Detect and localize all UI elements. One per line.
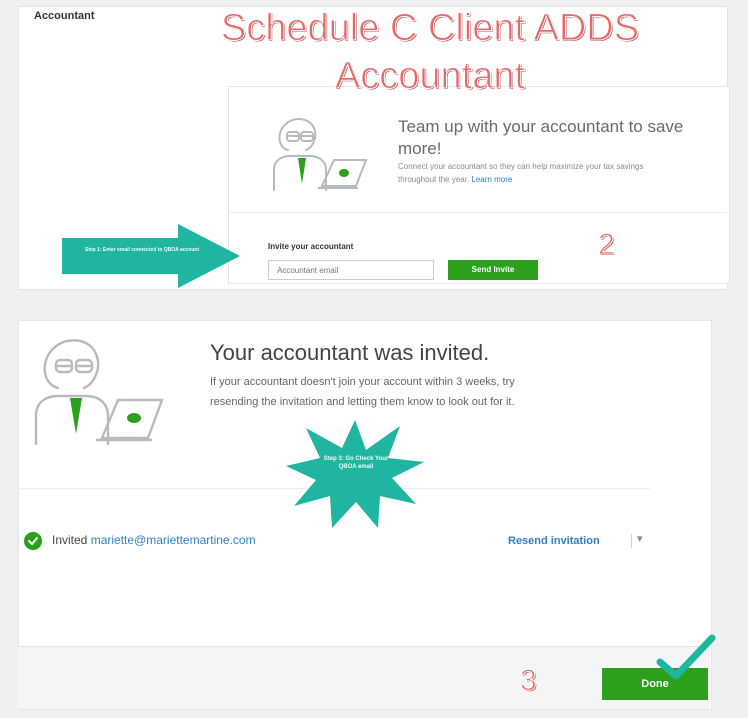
invited-desc-line-2: resending the invitation and letting the…: [210, 396, 515, 408]
starburst-annotation-text: Step 3: Go Check Your QBOA email: [323, 456, 389, 470]
title-line-1: Schedule C Client ADDS: [220, 7, 640, 50]
invited-email-link[interactable]: mariette@mariettemartine.com: [91, 533, 256, 547]
section-label: Accountant: [34, 10, 95, 22]
invited-row: Invited mariette@mariettemartine.com: [52, 533, 256, 547]
accountant-email-input[interactable]: [268, 260, 434, 280]
team-up-desc-line-2: throughout the year. Learn more: [398, 173, 728, 186]
team-up-description: Connect your accountant so they can help…: [398, 160, 728, 186]
step-3-label: 3: [520, 664, 538, 698]
arrow-annotation-text: Step 1: Enter email connected to QBOA ac…: [84, 247, 200, 253]
resend-invitation-link[interactable]: Resend invitation: [508, 535, 600, 547]
send-invite-button[interactable]: Send Invite: [448, 260, 538, 280]
team-up-line-1: Team up with your accountant to save: [398, 117, 684, 136]
team-up-line-2: more!: [398, 139, 442, 158]
chevron-down-icon[interactable]: ▾: [637, 532, 643, 545]
check-glyph: [28, 537, 38, 546]
check-circle-icon: [24, 532, 42, 550]
learn-more-link[interactable]: Learn more: [471, 175, 512, 184]
page-title: Schedule C Client ADDS Accountant: [170, 4, 690, 100]
invited-label: Invited: [52, 533, 88, 547]
step-2-label: 2: [598, 228, 616, 262]
accountant-illustration: [34, 339, 164, 446]
accountant-illustration: [273, 118, 368, 191]
checkmark-icon: [656, 634, 716, 680]
team-up-heading: Team up with your accountant to save mor…: [398, 116, 728, 160]
invited-description: If your accountant doesn't join your acc…: [210, 372, 640, 412]
divider: [230, 212, 726, 213]
invited-desc-line-1: If your accountant doesn't join your acc…: [210, 376, 515, 388]
team-up-desc-line-1: Connect your accountant so they can help…: [398, 162, 644, 171]
title-line-2: Accountant: [334, 55, 526, 98]
team-up-desc-line-2-text: throughout the year.: [398, 175, 470, 184]
arrow-annotation: [62, 224, 240, 288]
invited-heading: Your accountant was invited.: [210, 340, 490, 365]
invite-label: Invite your accountant: [268, 242, 354, 251]
resend-divider: [631, 534, 632, 548]
starburst-annotation: [286, 420, 424, 528]
